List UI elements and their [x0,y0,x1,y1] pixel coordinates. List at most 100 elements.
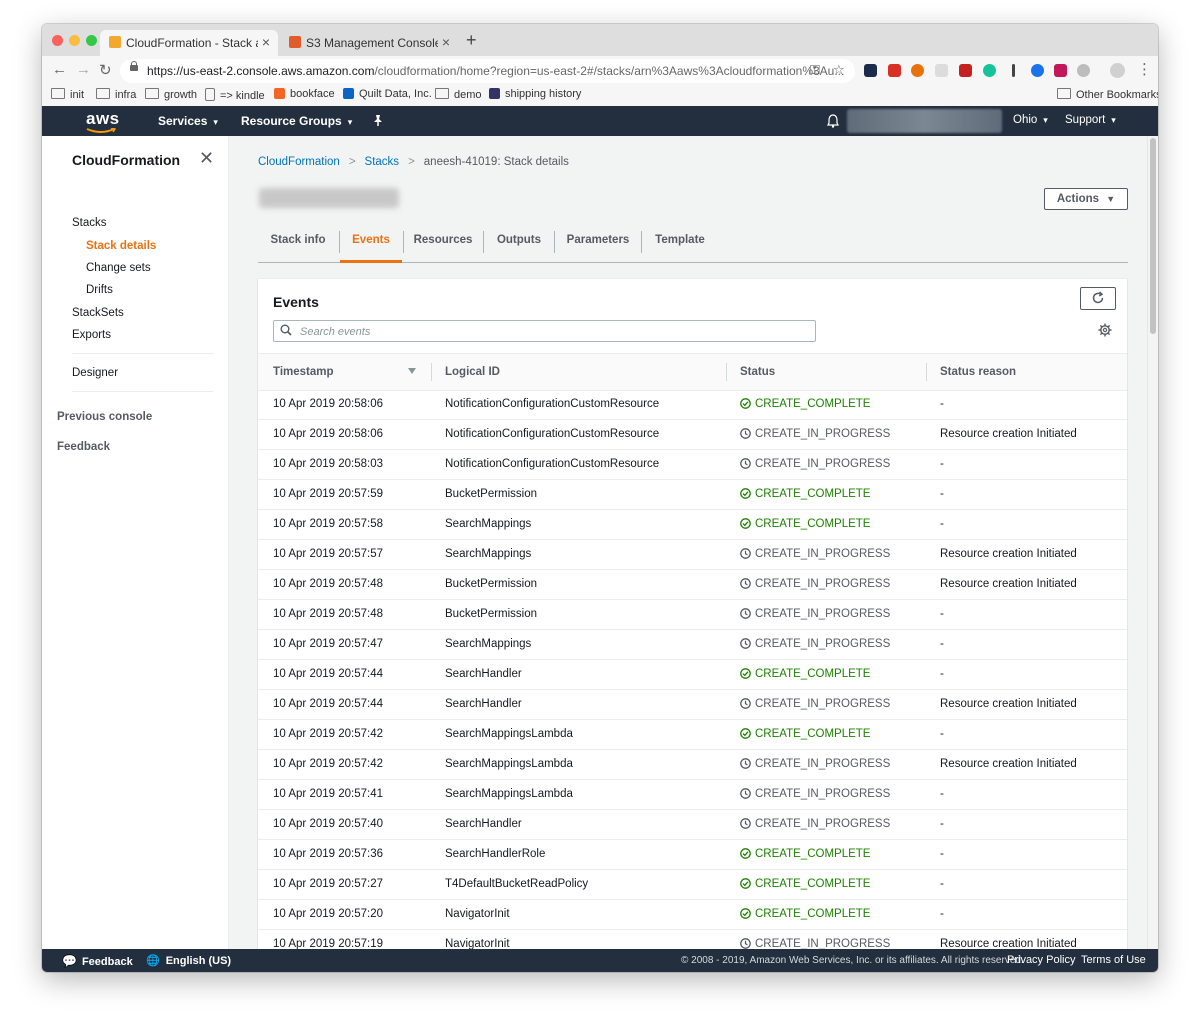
feedback-link[interactable]: Feedback [57,441,110,453]
sidebar-item-exports[interactable]: Exports [72,329,111,341]
sidebar-item-drifts[interactable]: Drifts [86,284,113,296]
table-row[interactable]: 10 Apr 2019 20:57:44 SearchHandler CREATE_… [258,660,1127,690]
table-row[interactable]: 10 Apr 2019 20:57:41 SearchMappingsLambda… [258,780,1127,810]
tab-parameters[interactable]: Parameters [555,222,641,260]
bookmark-demo[interactable]: demo [435,88,482,101]
bell-icon[interactable] [827,114,839,128]
privacy-policy-link[interactable]: Privacy Policy [1007,954,1075,966]
resource-groups-menu[interactable]: Resource Groups ▾ [241,114,352,128]
sidebar-item-stacks[interactable]: Stacks [72,217,107,229]
table-row[interactable]: 10 Apr 2019 20:57:44 SearchHandler CREATE_… [258,690,1127,720]
bookmark-infra[interactable]: infra [96,88,136,101]
tab-events[interactable]: Events [340,222,402,263]
other-bookmarks[interactable]: Other Bookmarks [1057,88,1158,101]
column-status-reason[interactable]: Status reason [940,366,1016,378]
tab-resources[interactable]: Resources [404,222,482,260]
table-row[interactable]: 10 Apr 2019 20:57:59 BucketPermission CREA… [258,480,1127,510]
table-row[interactable]: 10 Apr 2019 20:57:42 SearchMappingsLambda… [258,750,1127,780]
browser-tab-s3[interactable]: S3 Management Console × [280,30,458,56]
sort-descending-icon[interactable] [408,368,416,374]
maximize-window-button[interactable] [86,35,97,46]
extension-icon[interactable] [1012,64,1015,77]
extension-icon[interactable] [959,64,972,77]
sidebar-item-change-sets[interactable]: Change sets [86,262,151,274]
close-tab-icon[interactable]: × [442,34,450,50]
address-bar[interactable]: https://us-east-2.console.aws.amazon.com… [120,59,855,83]
aws-logo[interactable]: aws [86,109,120,129]
bookmark-bookface[interactable]: bookface [274,88,335,100]
table-row[interactable]: 10 Apr 2019 20:57:36 SearchHandlerRole CRE… [258,840,1127,870]
services-menu[interactable]: Services ▾ [158,114,218,128]
search-input[interactable] [298,323,802,340]
refresh-button[interactable] [1080,287,1116,310]
table-row[interactable]: 10 Apr 2019 20:58:06 NotificationConfigur… [258,420,1127,450]
column-status[interactable]: Status [740,366,775,378]
menu-icon[interactable]: ⋮ [1137,60,1152,78]
table-row[interactable]: 10 Apr 2019 20:57:47 SearchMappings CREATE… [258,630,1127,660]
key-icon[interactable]: ⚿ [810,62,820,78]
tab-outputs[interactable]: Outputs [484,222,554,260]
table-row[interactable]: 10 Apr 2019 20:57:48 BucketPermission CREA… [258,570,1127,600]
bookmark-quilt[interactable]: Quilt Data, Inc. [343,88,432,100]
scrollbar-thumb[interactable] [1150,138,1156,334]
clock-icon [740,788,755,800]
table-row[interactable]: 10 Apr 2019 20:57:40 SearchHandler CREATE_… [258,810,1127,840]
table-row[interactable]: 10 Apr 2019 20:58:06 NotificationConfigur… [258,390,1127,420]
sidebar-item-stack-details[interactable]: Stack details [86,240,156,252]
actions-button[interactable]: Actions ▼ [1044,188,1128,210]
table-row[interactable]: 10 Apr 2019 20:57:48 BucketPermission CREA… [258,600,1127,630]
footer-feedback-button[interactable]: 💬 Feedback [62,954,133,968]
extension-icon[interactable] [1077,64,1090,77]
search-events-field[interactable] [273,320,816,342]
timestamp-cell: 10 Apr 2019 20:57:57 [273,548,383,560]
sidebar-item-designer[interactable]: Designer [72,367,118,379]
support-menu[interactable]: Support ▾ [1065,114,1116,126]
reload-icon[interactable]: ↻ [99,61,112,79]
grammarly-extension-icon[interactable] [983,64,996,77]
forward-icon[interactable]: → [76,61,91,78]
extension-icon[interactable] [935,64,948,77]
bookmark-growth[interactable]: growth [145,88,197,101]
pin-icon[interactable] [372,114,384,127]
table-row[interactable]: 10 Apr 2019 20:57:20 NavigatorInit CREATE_… [258,900,1127,930]
sidebar-item-stacksets[interactable]: StackSets [72,307,124,319]
tab-template[interactable]: Template [642,222,718,260]
table-row[interactable]: 10 Apr 2019 20:57:19 NavigatorInit CREATE_… [258,930,1127,949]
browser-tab-cloudformation[interactable]: CloudFormation - Stack aneesh-41019 × [100,30,278,56]
language-selector[interactable]: 🌐 English (US) [146,954,231,967]
gear-icon[interactable] [1098,323,1112,337]
close-window-button[interactable] [52,35,63,46]
close-tab-icon[interactable]: × [262,34,270,50]
new-tab-icon[interactable]: + [466,30,477,51]
table-row[interactable]: 10 Apr 2019 20:57:58 SearchMappings CREATE… [258,510,1127,540]
gmail-extension-icon[interactable] [888,64,901,77]
page-scrollbar[interactable] [1147,136,1158,949]
table-row[interactable]: 10 Apr 2019 20:57:27 T4DefaultBucketReadP… [258,870,1127,900]
extension-icon[interactable] [1031,64,1044,77]
table-row[interactable]: 10 Apr 2019 20:57:57 SearchMappings CREATE… [258,540,1127,570]
extension-icon[interactable] [1054,64,1067,77]
check-circle-icon [740,878,755,890]
star-icon[interactable]: ☆ [833,62,845,78]
extension-icon[interactable] [911,64,924,77]
breadcrumb-stacks[interactable]: Stacks [365,156,400,168]
status-text: CREATE_IN_PROGRESS [755,578,891,590]
minimize-window-button[interactable] [69,35,80,46]
extension-icon[interactable] [864,64,877,77]
table-row[interactable]: 10 Apr 2019 20:57:42 SearchMappingsLambda… [258,720,1127,750]
bookmark-shipping-history[interactable]: shipping history [489,88,581,100]
back-icon[interactable]: ← [52,61,67,78]
close-icon[interactable]: ✕ [199,148,214,169]
bookmark-init[interactable]: init [51,88,84,101]
column-logical-id[interactable]: Logical ID [445,366,500,378]
bookmark-kindle[interactable]: => kindle [205,88,265,102]
tab-stack-info[interactable]: Stack info [258,222,338,260]
previous-console-link[interactable]: Previous console [57,411,152,423]
table-row[interactable]: 10 Apr 2019 20:58:03 NotificationConfigur… [258,450,1127,480]
terms-of-use-link[interactable]: Terms of Use [1081,954,1146,966]
breadcrumb-cloudformation[interactable]: CloudFormation [258,156,340,168]
profile-avatar[interactable] [1110,63,1125,78]
column-timestamp[interactable]: Timestamp [273,366,334,378]
region-menu[interactable]: Ohio ▾ [1013,114,1048,126]
account-menu[interactable] [847,109,1002,133]
